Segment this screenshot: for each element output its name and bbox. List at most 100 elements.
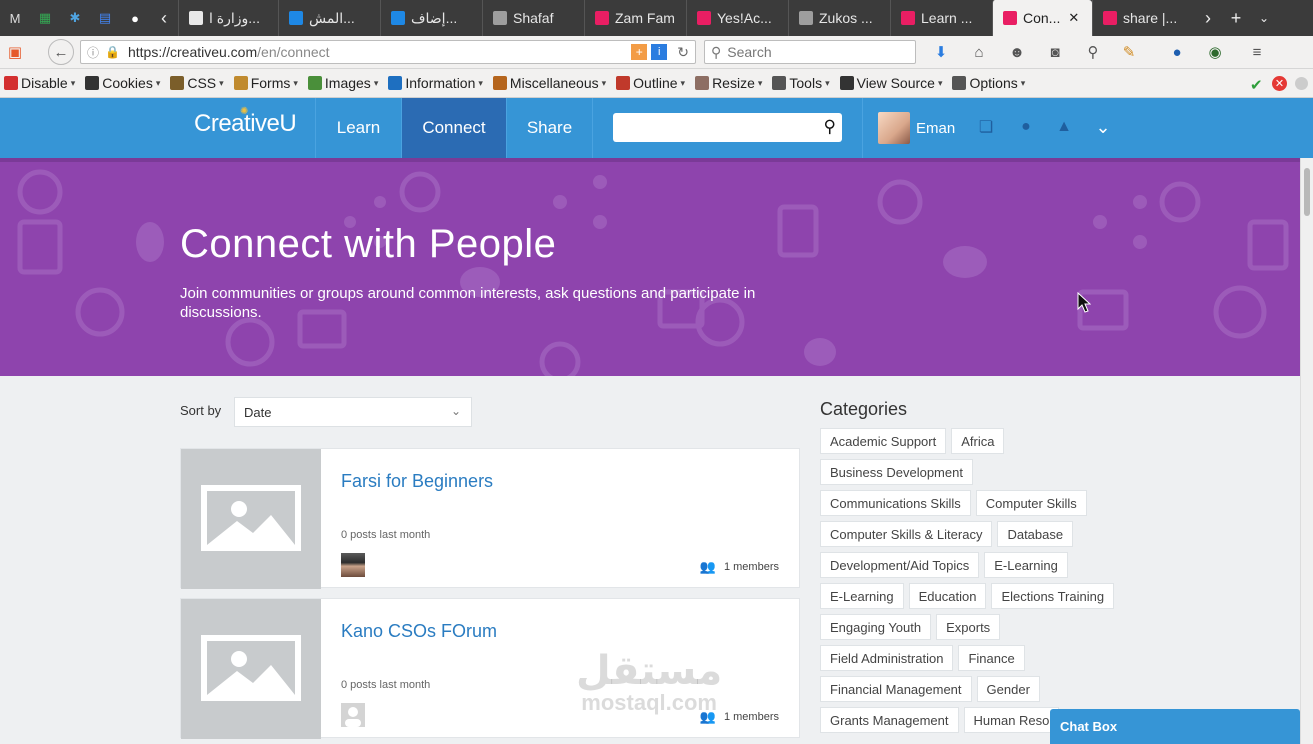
devbar-menu-tools[interactable]: Tools ▾	[772, 75, 830, 91]
addon-plus-icon[interactable]: +	[631, 44, 648, 60]
devbar-menu-information[interactable]: Information ▾	[388, 75, 483, 91]
browser-tab[interactable]: Zam Fam	[584, 0, 686, 36]
user-menu[interactable]: Eman	[878, 112, 955, 144]
tab-list-button[interactable]: ⌄	[1250, 0, 1278, 36]
emoji-addon-button[interactable]: ☻	[1004, 39, 1030, 65]
tabs-scroll-right-button[interactable]: ›	[1194, 0, 1222, 36]
nav-connect[interactable]: Connect	[401, 98, 506, 158]
devbar-menu-miscellaneous[interactable]: Miscellaneous ▾	[492, 75, 606, 91]
category-chip[interactable]: Elections Training	[991, 583, 1115, 609]
url-bar[interactable]: ⓘ 🔒 https://creativeu.com/en/connect + i…	[80, 40, 696, 64]
reload-icon[interactable]: ↻	[677, 44, 689, 61]
category-chip[interactable]: Grants Management	[820, 707, 959, 733]
pin-addon-button[interactable]: ⚲	[1080, 39, 1106, 65]
category-chip[interactable]: Africa	[951, 428, 1005, 454]
category-chip[interactable]: Database	[997, 521, 1074, 547]
site-search-input[interactable]: ⚲	[613, 113, 842, 142]
devbar-menu-view-source[interactable]: View Source ▾	[839, 75, 942, 91]
category-chip[interactable]: E-Learning	[984, 552, 1068, 578]
pocket-button[interactable]: ◙	[1042, 39, 1068, 65]
caret-down-icon: ▾	[373, 77, 379, 88]
search-icon[interactable]: ⚲	[824, 117, 836, 137]
chat-box-button[interactable]: Chat Box	[1050, 709, 1300, 744]
browser-search-input[interactable]: ⚲ Search	[704, 40, 916, 64]
category-chip[interactable]: Education	[908, 583, 987, 609]
browser-tab[interactable]: Con... ✕	[992, 0, 1092, 36]
tabs-scroll-left-button[interactable]: ‹	[150, 0, 178, 36]
page-scrollbar[interactable]	[1300, 158, 1313, 744]
close-tab-icon[interactable]: ✕	[1068, 10, 1079, 26]
camera-addon-button[interactable]: ◉	[1202, 39, 1228, 65]
category-chip[interactable]: E-Learning	[820, 583, 904, 609]
category-chip[interactable]: Engaging Youth	[820, 614, 932, 640]
category-chip[interactable]: Development/Aid Topics	[820, 552, 980, 578]
sheets-pinned-tab[interactable]: ▦	[30, 0, 60, 36]
scrollbar-thumb[interactable]	[1304, 168, 1310, 216]
devbar-menu-images[interactable]: Images ▾	[307, 75, 379, 91]
browser-tab[interactable]: المش...	[278, 0, 380, 36]
olx-pinned-tab[interactable]: ●	[120, 0, 150, 36]
nav-learn[interactable]: Learn	[315, 98, 401, 158]
devbar-menu-resize[interactable]: Resize ▾	[695, 75, 762, 91]
devtools-addon-button[interactable]: ✎	[1116, 39, 1142, 65]
browser-tab[interactable]: share |...	[1092, 0, 1194, 36]
browser-tab[interactable]: Yes!Ac...	[686, 0, 788, 36]
category-chip[interactable]: Exports	[936, 614, 1001, 640]
browser-tab[interactable]: Shafaf	[482, 0, 584, 36]
addon-info-icon[interactable]: i	[651, 44, 668, 60]
messages-button[interactable]: ❏	[975, 116, 997, 138]
addon-menu-button[interactable]: ▣	[2, 39, 28, 65]
group-title[interactable]: Farsi for Beginners	[341, 471, 493, 492]
group-members-count: 1 members	[723, 711, 779, 723]
category-chip[interactable]: Computer Skills & Literacy	[820, 521, 993, 547]
nav-share[interactable]: Share	[506, 98, 593, 158]
gmail-pinned-tab[interactable]: M	[0, 0, 30, 36]
friends-button[interactable]: ●	[1015, 116, 1037, 138]
new-tab-button[interactable]: +	[1222, 0, 1250, 36]
browser-tab[interactable]: وزارة ا...	[178, 0, 278, 36]
category-chip[interactable]: Finance	[958, 645, 1025, 671]
category-chip[interactable]: Human Reso	[963, 707, 1060, 733]
category-chip[interactable]: Financial Management	[820, 676, 972, 702]
devbar-status-icon[interactable]	[1295, 77, 1308, 90]
devbar-ok-icon[interactable]: ✔	[1250, 76, 1263, 94]
member-avatar[interactable]	[341, 553, 365, 577]
tab-label: Shafaf	[513, 10, 554, 26]
account-dropdown-button[interactable]: ⌄	[1092, 116, 1114, 138]
downloads-button[interactable]: ⬇	[928, 39, 954, 65]
hamburger-icon: ≡	[1252, 43, 1262, 61]
member-avatar-placeholder[interactable]	[341, 703, 365, 727]
group-image-placeholder	[181, 449, 321, 589]
category-chip[interactable]: Academic Support	[820, 428, 947, 454]
devbar-menu-outline[interactable]: Outline ▾	[616, 75, 685, 91]
browser-tab[interactable]: إضاف...	[380, 0, 482, 36]
category-chip[interactable]: Business Development	[820, 459, 973, 485]
category-chip[interactable]: Communications Skills	[820, 490, 971, 516]
menu-button[interactable]: ≡	[1244, 39, 1270, 65]
devbar-menu-cookies[interactable]: Cookies ▾	[85, 75, 160, 91]
browser-tab[interactable]: Learn ...	[890, 0, 992, 36]
sort-select[interactable]: Date ⌄	[234, 397, 472, 427]
devbar-menu-disable[interactable]: Disable ▾	[4, 75, 75, 91]
category-chip[interactable]: Computer Skills	[975, 490, 1087, 516]
user-avatar	[878, 112, 910, 144]
tab-favicon-icon	[901, 11, 915, 25]
back-button[interactable]: ←	[48, 39, 74, 65]
creativeu-logo[interactable]: CreativeU ✺	[194, 106, 297, 138]
star-pinned-tab[interactable]: ✱	[60, 0, 90, 36]
notifications-button[interactable]: ▲	[1053, 116, 1075, 138]
browser-tab[interactable]: Zukos ...	[788, 0, 890, 36]
devbar-menu-forms[interactable]: Forms ▾	[233, 75, 298, 91]
devbar-error-icon[interactable]: ✕	[1272, 76, 1287, 91]
category-chip[interactable]: Gender	[976, 676, 1040, 702]
group-title[interactable]: Kano CSOs FOrum	[341, 621, 497, 642]
devbar-menu-label: Tools	[789, 75, 823, 91]
devbar-menu-css[interactable]: CSS ▾	[170, 75, 224, 91]
group-card[interactable]: Farsi for Beginners 0 posts last month 👥…	[180, 448, 800, 589]
puzzle-icon: ▣	[7, 44, 23, 61]
home-button[interactable]: ⌂	[966, 39, 992, 65]
category-chip[interactable]: Field Administration	[820, 645, 954, 671]
docs-pinned-tab[interactable]: ▤	[90, 0, 120, 36]
globe-addon-button[interactable]: ●	[1164, 39, 1190, 65]
devbar-menu-options[interactable]: Options ▾	[952, 75, 1025, 91]
